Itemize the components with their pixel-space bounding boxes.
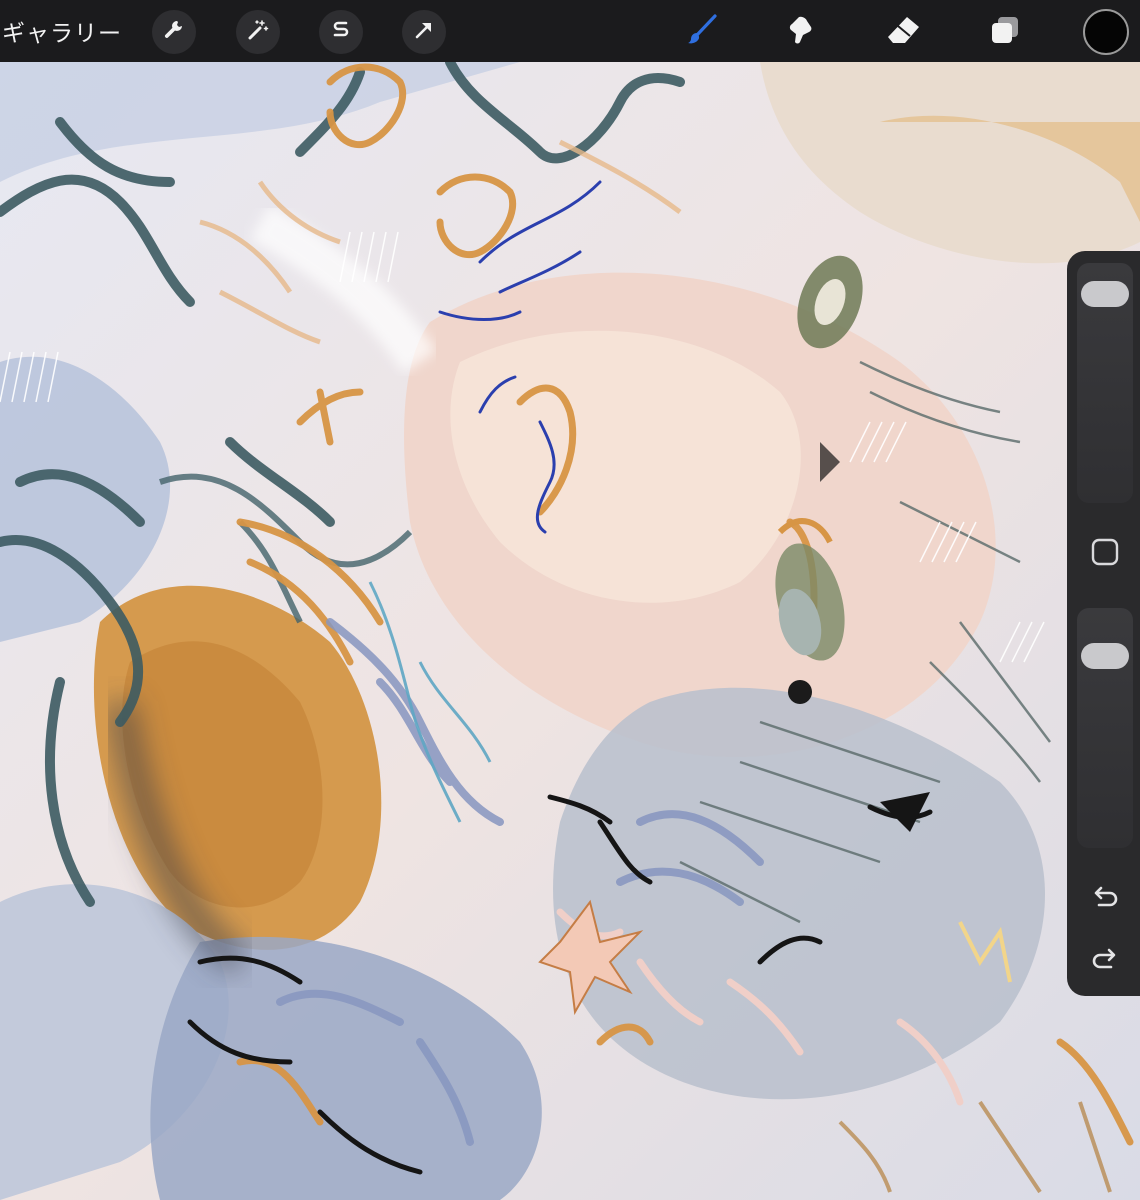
- modify-button[interactable]: [1089, 538, 1121, 570]
- actions-button[interactable]: [152, 10, 196, 54]
- brush-tool-button[interactable]: [680, 10, 724, 54]
- brush-size-thumb[interactable]: [1081, 281, 1129, 308]
- smudge-tool-button[interactable]: [780, 10, 824, 54]
- opacity-slider[interactable]: [1077, 608, 1133, 848]
- layers-icon: [988, 13, 1022, 51]
- smudge-icon: [785, 13, 819, 51]
- redo-icon: [1089, 943, 1121, 979]
- undo-button[interactable]: [1087, 881, 1123, 917]
- redo-button[interactable]: [1087, 943, 1123, 979]
- layers-button[interactable]: [983, 10, 1027, 54]
- magic-wand-icon: [246, 18, 270, 46]
- eraser-tool-button[interactable]: [882, 10, 926, 54]
- wrench-icon: [162, 18, 186, 46]
- eraser-icon: [885, 13, 923, 51]
- selection-icon: [329, 18, 353, 46]
- move-arrow-icon: [412, 18, 436, 46]
- current-color-swatch[interactable]: [1083, 9, 1129, 55]
- gallery-button[interactable]: ギャラリー: [2, 14, 122, 48]
- sidebar-panel: [1067, 251, 1140, 996]
- brush-icon: [685, 13, 719, 51]
- modify-square-icon: [1090, 537, 1120, 571]
- selection-button[interactable]: [319, 10, 363, 54]
- transform-button[interactable]: [402, 10, 446, 54]
- top-toolbar: ギャラリー: [0, 0, 1140, 62]
- drawing-canvas[interactable]: [0, 62, 1140, 1200]
- adjustments-button[interactable]: [236, 10, 280, 54]
- brush-size-slider[interactable]: [1077, 263, 1133, 503]
- opacity-thumb[interactable]: [1081, 642, 1129, 669]
- undo-icon: [1089, 881, 1121, 917]
- artwork: [0, 62, 1140, 1200]
